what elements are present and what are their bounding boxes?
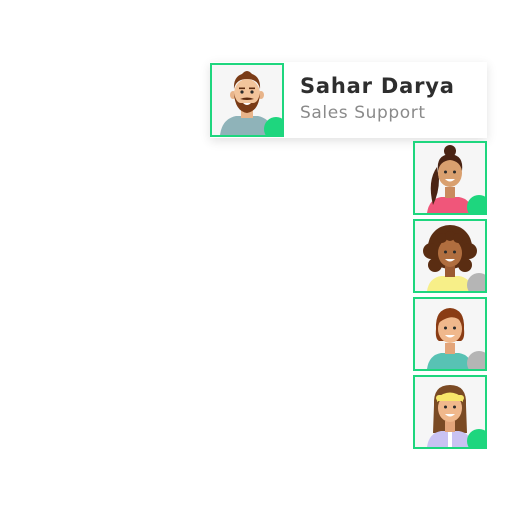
contact-avatar-4[interactable] [413,297,487,371]
contact-avatar-3[interactable] [413,219,487,293]
status-online-indicator [467,429,485,447]
chat-contacts-widget: Sahar Darya Sales Support [0,0,512,512]
status-online-indicator [264,117,282,135]
contact-role: Sales Support [300,103,426,123]
status-away-indicator [467,273,485,291]
contact-avatar-5[interactable] [413,375,487,449]
contact-avatar-2[interactable] [413,141,487,215]
status-away-indicator [467,351,485,369]
status-online-indicator [467,195,485,213]
contact-avatar-sahar-darya[interactable] [210,63,284,137]
contact-name: Sahar Darya [300,74,455,98]
